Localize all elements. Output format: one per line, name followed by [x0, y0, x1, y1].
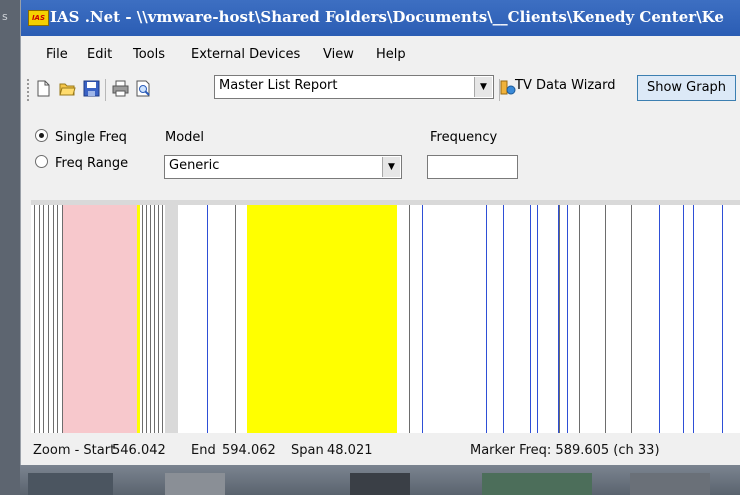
menu-bar: File Edit Tools External Devices View He… — [21, 44, 740, 68]
show-graph-button[interactable]: Show Graph — [637, 75, 736, 101]
zoom-span-label: Span — [291, 443, 324, 458]
taskbar-thumbnail[interactable] — [165, 473, 225, 495]
report-select[interactable]: Master List Report ▼ — [214, 75, 494, 99]
report-select-value: Master List Report — [219, 78, 338, 93]
desktop-edge-text: s — [2, 10, 8, 23]
model-label: Model — [165, 130, 205, 145]
menu-tools[interactable]: Tools — [133, 47, 165, 62]
toolbar-separator — [105, 79, 106, 101]
taskbar-thumbnail[interactable] — [482, 473, 592, 495]
menu-help[interactable]: Help — [376, 47, 406, 62]
taskbar-thumbnail[interactable] — [28, 473, 113, 495]
single-freq-label: Single Freq — [55, 130, 127, 145]
radio-selected-icon — [35, 129, 48, 142]
zoom-end-label: End — [191, 443, 216, 458]
app-window: IAS IAS .Net - \\vmware-host\Shared Fold… — [20, 0, 740, 465]
marker-highlight-band — [247, 205, 397, 433]
print-icon[interactable] — [112, 80, 129, 97]
menu-edit[interactable]: Edit — [87, 47, 112, 62]
radio-unselected-icon — [35, 155, 48, 168]
wizard-icon[interactable] — [499, 79, 516, 96]
taskbar-thumbnail[interactable] — [350, 473, 410, 495]
marker-frequency-text: Marker Freq: 589.605 (ch 33) — [470, 443, 660, 458]
zoom-span-value: 48.021 — [327, 443, 373, 458]
zoom-start-value: 546.042 — [112, 443, 166, 458]
status-bar: Zoom - Start 546.042 End 594.062 Span 48… — [21, 433, 740, 465]
menu-view[interactable]: View — [323, 47, 354, 62]
app-logo-icon: IAS — [28, 10, 49, 26]
freq-range-label: Freq Range — [55, 156, 129, 171]
background-desktop-strip: s — [0, 0, 20, 495]
desktop-taskbar — [20, 465, 740, 495]
chevron-down-icon[interactable]: ▼ — [474, 77, 492, 97]
tv-data-wizard-button[interactable]: TV Data Wizard — [515, 78, 615, 93]
overview-band — [62, 205, 137, 433]
model-select-value: Generic — [169, 158, 220, 173]
model-select[interactable]: Generic ▼ — [164, 155, 402, 179]
single-freq-radio[interactable]: Single Freq — [35, 129, 127, 145]
frequency-input[interactable] — [427, 155, 518, 179]
overview-highlight — [137, 205, 140, 433]
title-bar[interactable]: IAS IAS .Net - \\vmware-host\Shared Fold… — [21, 0, 740, 36]
frequency-label: Frequency — [430, 130, 498, 145]
taskbar-thumbnail[interactable] — [630, 473, 710, 495]
save-icon[interactable] — [83, 80, 100, 97]
toolbar: Master List Report ▼ TV Data Wizard — [21, 71, 740, 107]
menu-external-devices[interactable]: External Devices — [191, 47, 300, 62]
print-preview-icon[interactable] — [135, 80, 152, 97]
freq-range-radio[interactable]: Freq Range — [35, 155, 128, 171]
toolbar-grip[interactable] — [27, 79, 31, 101]
zoom-end-value: 594.062 — [222, 443, 276, 458]
spectrum-graph[interactable] — [31, 200, 740, 433]
new-file-icon[interactable] — [35, 80, 52, 97]
chevron-down-icon[interactable]: ▼ — [382, 157, 400, 177]
spectrum-graph-canvas — [31, 205, 740, 433]
menu-file[interactable]: File — [46, 47, 68, 62]
open-folder-icon[interactable] — [59, 80, 76, 97]
window-title: IAS .Net - \\vmware-host\Shared Folders\… — [50, 8, 724, 26]
zoom-start-label: Zoom - Start — [33, 443, 116, 458]
